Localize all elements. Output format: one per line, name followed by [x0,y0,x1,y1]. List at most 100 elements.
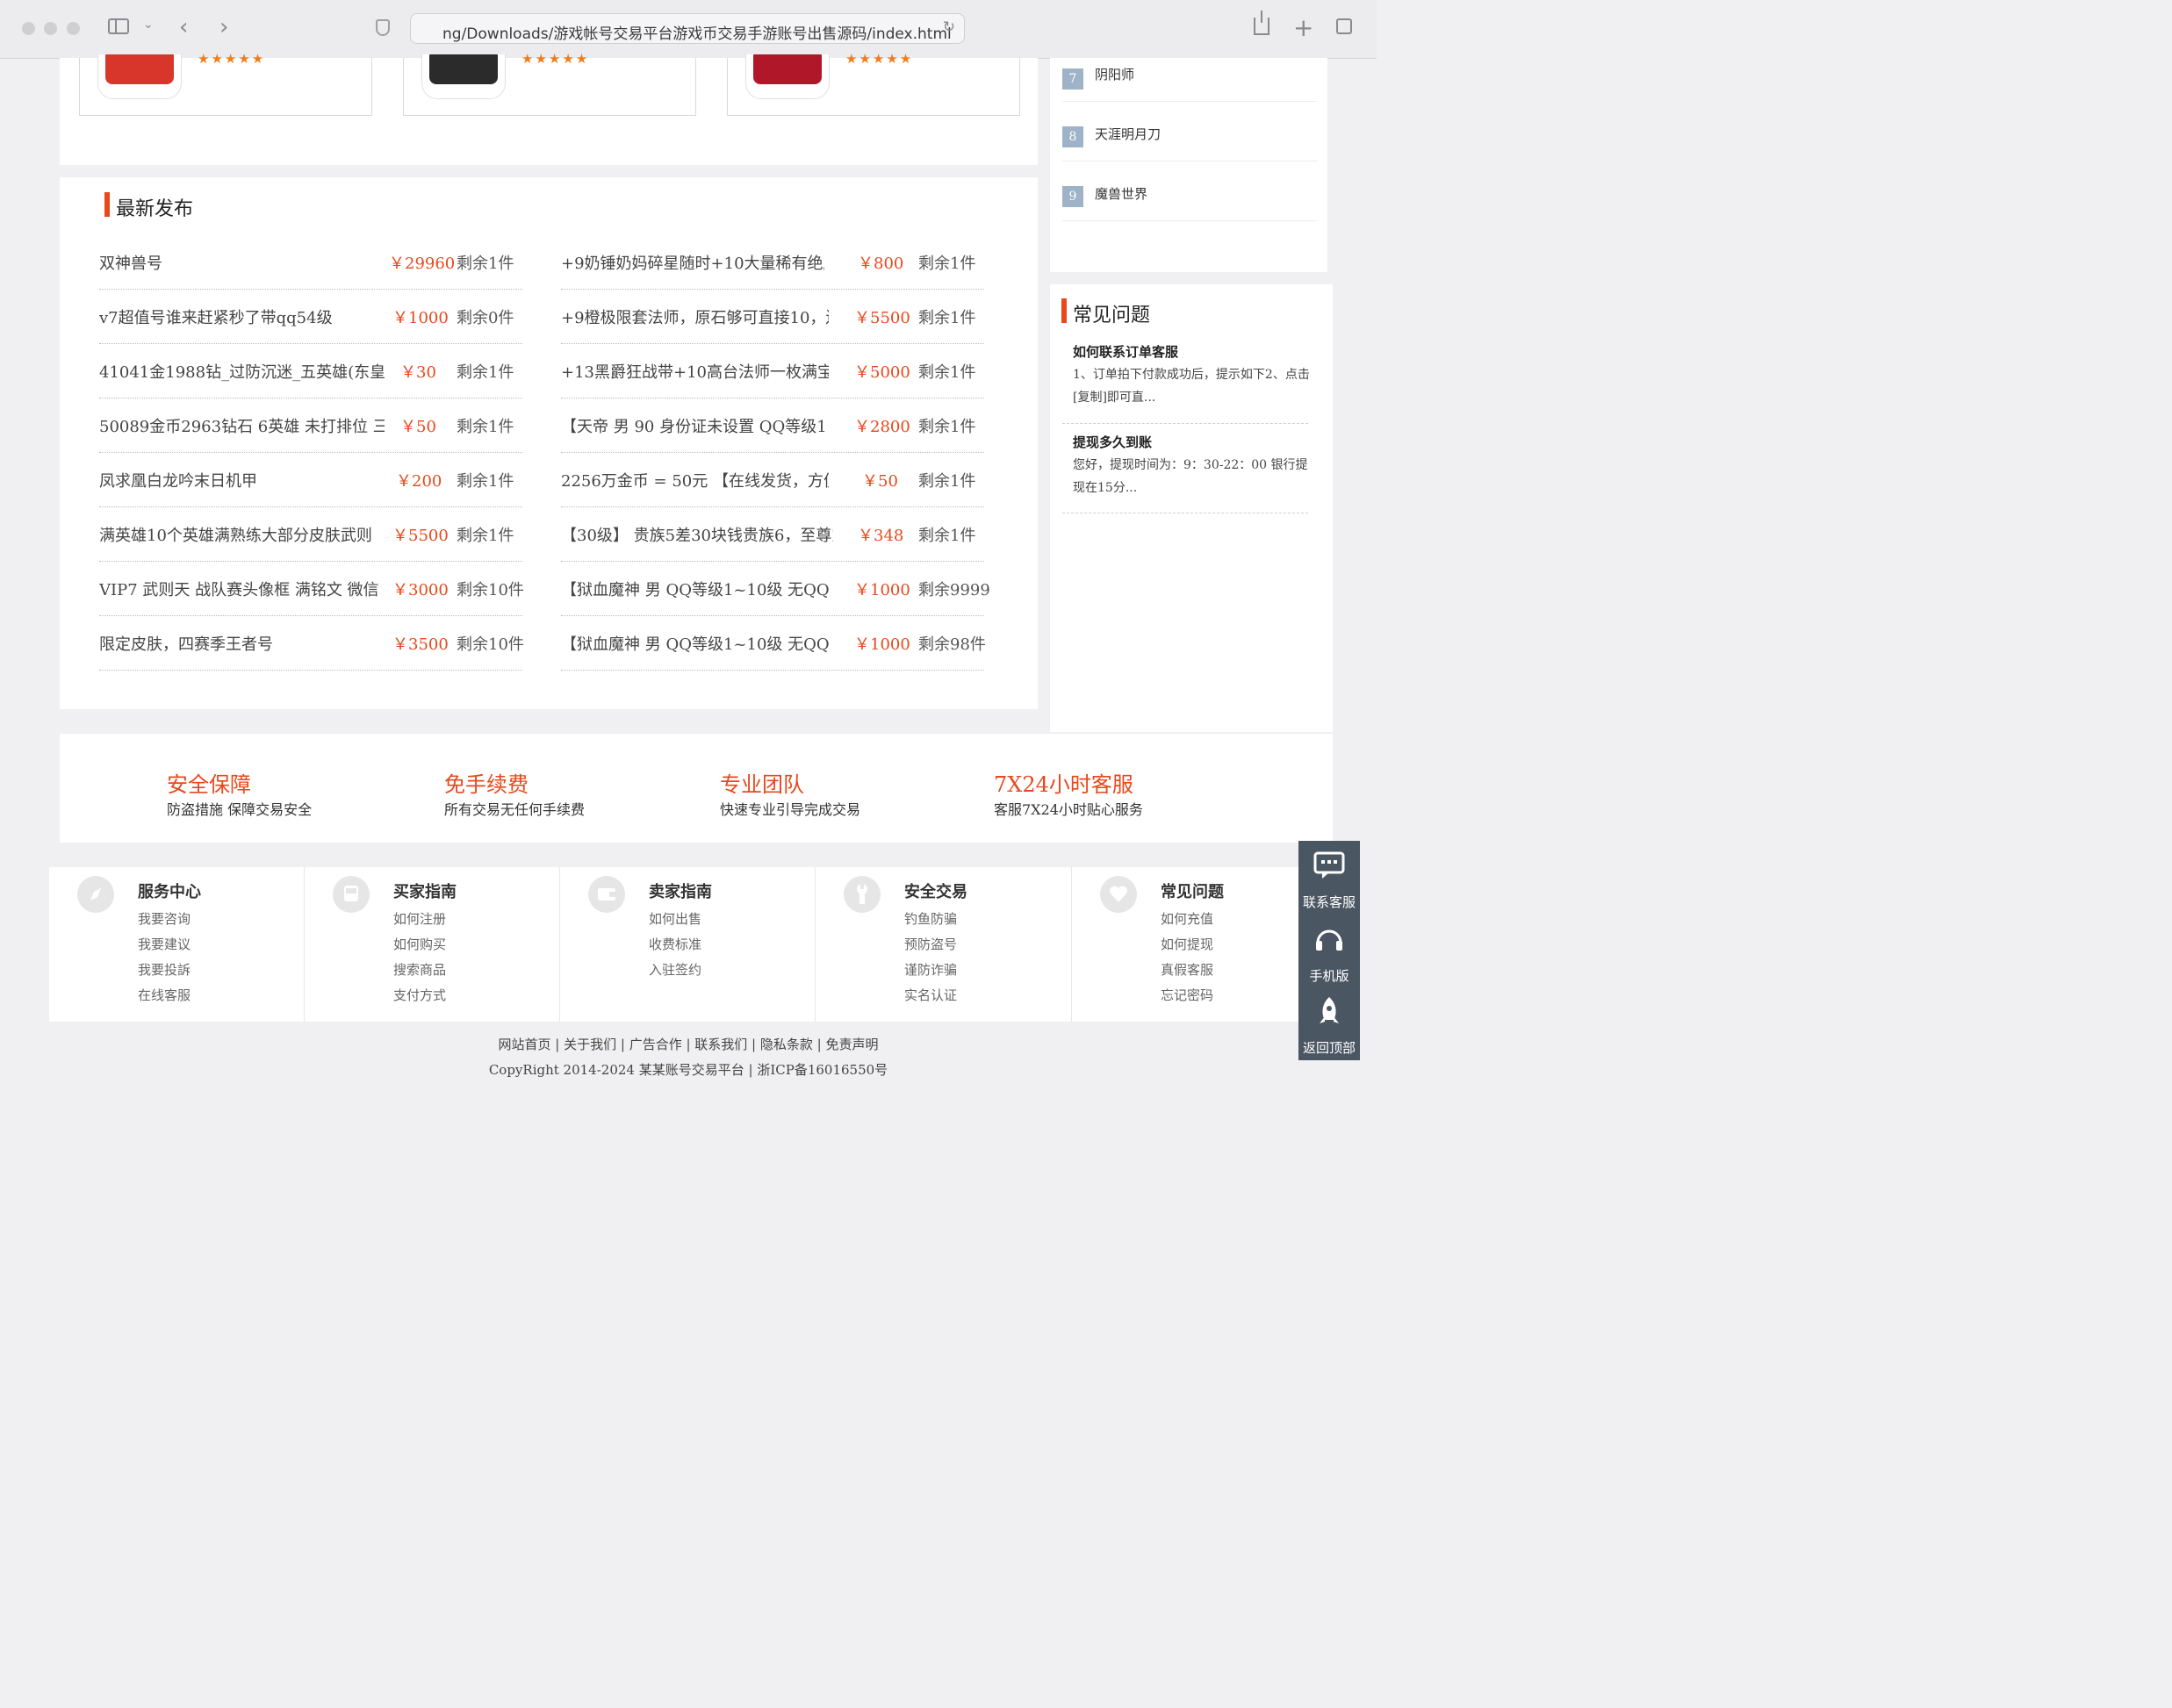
listing-price: ￥5500 [854,309,910,327]
listing-row[interactable]: VIP7 武则天 战队赛头像框 满铭文 微信 ￥3000 剩余10件 [99,562,524,616]
new-tab-icon[interactable]: + [1293,13,1313,42]
listing-title[interactable]: 【狱血魔神 男 QQ等级1~10级 无QQ好 [561,578,829,600]
back-to-top-button[interactable]: 返回顶部 [1298,990,1360,1060]
listing-row[interactable]: +13黑爵狂战带+10高台法师一枚满宝石 ￥5000 剩余1件 [561,344,984,398]
minimize-window-button[interactable] [44,22,57,35]
listing-price: ￥1000 [854,635,910,654]
listing-title[interactable]: 50089金币2963钻石 6英雄 未打排位 三 [99,414,385,437]
footer-link[interactable]: 如何充值 [1161,909,1213,928]
footer-link[interactable]: 忘记密码 [1161,986,1213,1004]
game-logo[interactable] [745,54,830,99]
back-icon[interactable]: ‹ [179,14,188,40]
listing-row[interactable]: 限定皮肤，四赛季王者号 ￥3500 剩余10件 [99,616,524,671]
compass-icon [77,876,114,913]
listing-title[interactable]: 满英雄10个英雄满熟练大部分皮肤武则 [99,523,385,546]
listing-stock: 剩余1件 [457,472,514,491]
listing-row[interactable]: 双神兽号 ￥29960 剩余1件 [99,235,522,290]
footer-link[interactable]: 入驻签约 [649,960,701,979]
listing-row[interactable]: 41041金1988钻_过防沉迷_五英雄(东皇 ￥30 剩余1件 [99,344,522,398]
game-logo[interactable] [421,54,506,99]
footer-link[interactable]: 搜索商品 [393,960,446,979]
game-card[interactable]: ★★★★★ [403,51,696,116]
game-card[interactable]: ★★★★★ [79,51,372,116]
footer-link[interactable]: 在线客服 [138,986,191,1004]
faq-question[interactable]: 如何联系订单客服 [1073,342,1178,361]
footer-link[interactable]: 如何购买 [393,935,446,953]
footer-link[interactable]: 我要建议 [138,935,191,953]
footer-link[interactable]: 实名认证 [904,986,957,1004]
reload-icon[interactable]: ↻ [943,18,955,36]
latest-title: 最新发布 [116,198,194,220]
footer-links[interactable]: 网站首页 | 关于我们 | 广告合作 | 联系我们 | 隐私条款 | 免责声明 [0,1035,1377,1053]
footer-link[interactable]: 预防盗号 [904,935,957,953]
close-window-button[interactable] [22,22,35,35]
footer-link[interactable]: 如何注册 [393,909,446,928]
footer-link[interactable]: 支付方式 [393,986,446,1004]
listing-row[interactable]: +9橙极限套法师，原石够可直接10，送 ￥5500 剩余1件 [561,290,984,344]
share-icon[interactable] [1254,11,1269,35]
footer-link[interactable]: 真假客服 [1161,960,1213,979]
feature-title: 免手续费 [444,772,529,797]
address-bar[interactable]: ng/Downloads/游戏帐号交易平台游戏币交易手游账号出售源码/index… [410,13,965,44]
game-logo-image [105,54,174,84]
ranking-item[interactable]: 7 阴阳师 [1062,58,1317,102]
footer-link[interactable]: 如何提现 [1161,935,1213,953]
listing-row[interactable]: 50089金币2963钻石 6英雄 未打排位 三 ￥50 剩余1件 [99,398,522,453]
listing-title[interactable]: 【30级】 贵族5差30块钱贵族6，至尊宝 [561,523,833,546]
contact-service-label: 联系客服 [1302,894,1356,910]
listing-title[interactable]: +9奶锤奶妈碎星随时+10大量稀有绝版 [561,251,824,274]
listing-title[interactable]: 【天帝 男 90 身份证未设置 QQ等级11- [561,414,829,437]
listing-row[interactable]: 【狱血魔神 男 QQ等级1~10级 无QQ好 ￥1000 剩余98件 [561,616,986,671]
listing-title[interactable]: 2256万金币 = 50元 【在线发货，方便 [561,469,829,492]
address-url: ng/Downloads/游戏帐号交易平台游戏币交易手游账号出售源码/index… [442,25,952,43]
mobile-version-button[interactable]: 手机版 [1298,918,1360,988]
zoom-window-button[interactable] [67,22,80,35]
tabs-overview-icon[interactable] [1336,18,1352,34]
ranking-item[interactable]: 8 天涯明月刀 [1062,102,1317,161]
listing-title[interactable]: 限定皮肤，四赛季王者号 [99,632,385,655]
footer-link[interactable]: 我要投訴 [138,960,191,979]
listing-price: ￥200 [396,472,442,491]
listing-row[interactable]: 满英雄10个英雄满熟练大部分皮肤武则 ￥5500 剩余1件 [99,507,522,562]
listing-title[interactable]: 41041金1988钻_过防沉迷_五英雄(东皇 [99,360,385,383]
listing-row[interactable]: 【狱血魔神 男 QQ等级1~10级 无QQ好 ￥1000 剩余9999 [561,562,990,616]
listing-title[interactable]: v7超值号谁来赶紧秒了带qq54级 [99,305,385,328]
footer-link[interactable]: 谨防诈骗 [904,960,957,979]
faq-question[interactable]: 提现多久到账 [1073,433,1152,451]
listing-row[interactable]: 【30级】 贵族5差30块钱贵族6，至尊宝 ￥348 剩余1件 [561,507,984,562]
chevron-down-icon[interactable]: ⌄ [143,18,154,32]
shield-icon[interactable] [376,19,390,36]
listing-title[interactable]: +13黑爵狂战带+10高台法师一枚满宝石 [561,360,829,383]
footer-link[interactable]: 我要咨询 [138,909,191,928]
listing-title[interactable]: 凤求凰白龙吟末日机甲 [99,469,385,492]
listing-row[interactable]: +9奶锤奶妈碎星随时+10大量稀有绝版 ￥800 剩余1件 [561,235,984,290]
sidebar-toggle-icon[interactable] [108,18,129,34]
listing-stock: 剩余1件 [457,363,514,382]
forward-icon[interactable]: › [219,14,228,40]
listing-stock: 剩余1件 [918,418,976,436]
listing-stock: 剩余1件 [918,363,976,382]
footer-link[interactable]: 收费标准 [649,935,701,953]
listing-price: ￥2800 [854,418,910,436]
footer-link[interactable]: 如何出售 [649,909,701,928]
rating-stars: ★★★★★ [198,51,266,67]
game-card[interactable]: ★★★★★ [727,51,1020,116]
listing-title[interactable]: 双神兽号 [99,251,385,274]
listing-title[interactable]: +9橙极限套法师，原石够可直接10，送 [561,305,829,328]
game-logo[interactable] [97,54,182,99]
listing-stock: 剩余9999 [918,581,990,599]
footer-column: 服务中心 我要咨询 我要建议 我要投訴 在线客服 [49,867,304,1022]
feature-desc: 快速专业引导完成交易 [720,801,861,818]
listing-row[interactable]: 2256万金币 = 50元 【在线发货，方便 ￥50 剩余1件 [561,453,984,507]
listing-row[interactable]: v7超值号谁来赶紧秒了带qq54级 ￥1000 剩余0件 [99,290,522,344]
footer-column: 常见问题 如何充值 如何提现 真假客服 忘记密码 [1072,867,1298,1022]
listing-title[interactable]: 【狱血魔神 男 QQ等级1~10级 无QQ好 [561,632,829,655]
contact-service-button[interactable]: 联系客服 [1298,844,1360,915]
listing-row[interactable]: 【天帝 男 90 身份证未设置 QQ等级11- ￥2800 剩余1件 [561,398,984,453]
listing-title[interactable]: VIP7 武则天 战队赛头像框 满铭文 微信 [99,578,385,600]
listing-row[interactable]: 凤求凰白龙吟末日机甲 ￥200 剩余1件 [99,453,522,507]
ranking-item[interactable]: 9 魔兽世界 [1062,161,1317,221]
footer-link[interactable]: 钓鱼防骗 [904,909,957,928]
footer-column: 买家指南 如何注册 如何购买 搜索商品 支付方式 [305,867,559,1022]
listing-stock: 剩余1件 [918,309,976,327]
